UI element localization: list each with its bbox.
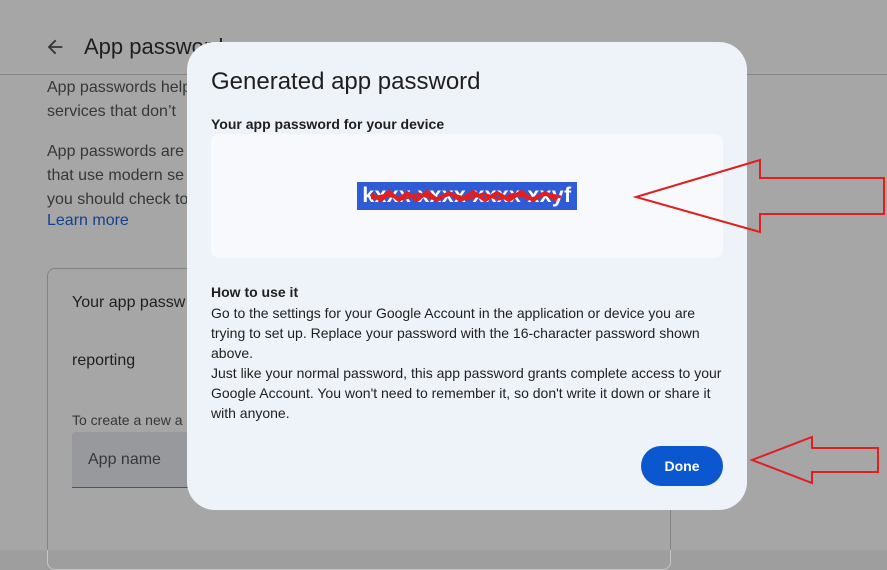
generated-password-dialog: Generated app password Your app password… [187,42,747,510]
howto-instructions: Go to the settings for your Google Accou… [211,303,723,423]
done-button[interactable]: Done [641,446,723,486]
dialog-subtitle: Your app password for your device [211,116,445,132]
howto-paragraph-2: Just like your normal password, this app… [211,365,722,421]
dialog-title: Generated app password [211,68,481,95]
howto-paragraph-1: Go to the settings for your Google Accou… [211,305,700,361]
redaction-scribble [369,189,562,203]
password-box: kxxx xxxx xxxx xxyf [211,134,723,258]
generated-password[interactable]: kxxx xxxx xxxx xxyf [357,182,577,210]
howto-heading: How to use it [211,284,299,300]
